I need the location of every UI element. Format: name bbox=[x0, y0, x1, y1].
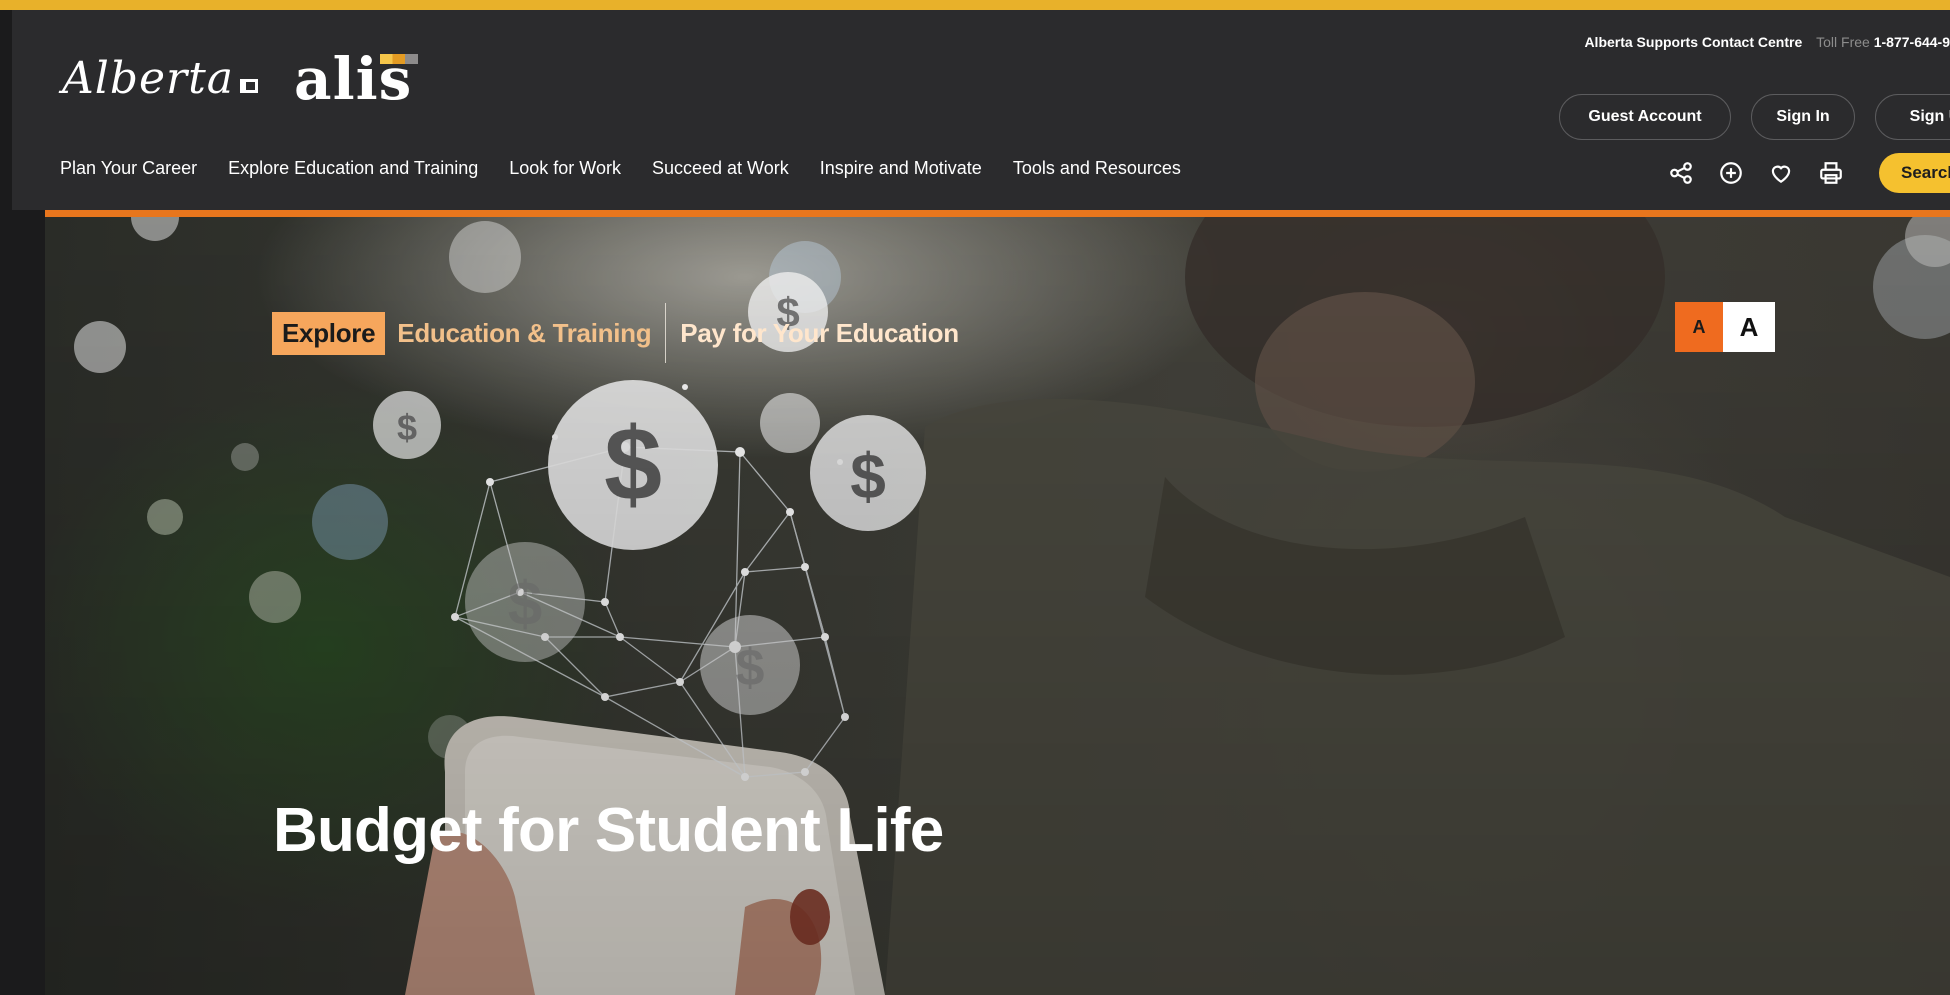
hero-banner: $ $ $ $ $ $ Explore Education & Training… bbox=[45, 217, 1950, 995]
share-icon[interactable] bbox=[1667, 159, 1695, 187]
alberta-flag-icon bbox=[240, 79, 258, 93]
search-button-label: Search bbox=[1901, 163, 1950, 182]
breadcrumb-divider bbox=[665, 303, 667, 363]
print-icon[interactable] bbox=[1817, 159, 1845, 187]
search-button[interactable]: Search bbox=[1879, 153, 1950, 193]
header-tools: Search bbox=[1667, 153, 1950, 193]
nav-item-succeed-at-work[interactable]: Succeed at Work bbox=[652, 158, 789, 179]
breadcrumb-explore[interactable]: Explore bbox=[272, 311, 386, 355]
nav-item-look-for-work[interactable]: Look for Work bbox=[509, 158, 621, 179]
toll-free-number[interactable]: 1-877-644-9 bbox=[1874, 34, 1950, 50]
hero-top-accent-bar bbox=[45, 210, 1950, 217]
breadcrumb: Explore Education & Training Pay for You… bbox=[272, 303, 973, 363]
heart-icon[interactable] bbox=[1767, 159, 1795, 187]
contact-label: Alberta Supports Contact Centre bbox=[1584, 34, 1803, 50]
guest-account-button[interactable]: Guest Account bbox=[1559, 94, 1731, 140]
text-size-small-button[interactable]: A bbox=[1675, 302, 1723, 352]
breadcrumb-item-education-training[interactable]: Education & Training bbox=[385, 318, 665, 349]
contact-centre: Alberta Supports Contact Centre Toll Fre… bbox=[1584, 34, 1950, 50]
breadcrumb-item-pay-for-education[interactable]: Pay for Your Education bbox=[666, 318, 973, 349]
brand-logos: Alberta alis bbox=[62, 50, 418, 108]
text-size-toggle: A A bbox=[1675, 302, 1775, 352]
top-accent-bar bbox=[0, 0, 1950, 10]
add-circle-icon[interactable] bbox=[1717, 159, 1745, 187]
alberta-logo[interactable]: Alberta bbox=[62, 57, 234, 101]
toll-free-label: Toll Free bbox=[1816, 34, 1870, 50]
alis-logo[interactable]: alis bbox=[294, 50, 418, 108]
page-title: Budget for Student Life bbox=[273, 796, 944, 865]
account-buttons: Guest Account Sign In Sign U bbox=[1559, 94, 1950, 140]
alis-page: Alberta alis Alberta Supports Contact Ce… bbox=[0, 0, 1950, 995]
nav-item-explore-education[interactable]: Explore Education and Training bbox=[228, 158, 478, 179]
nav-item-plan-your-career[interactable]: Plan Your Career bbox=[60, 158, 197, 179]
alis-mark-icon bbox=[380, 54, 418, 64]
main-nav: Plan Your Career Explore Education and T… bbox=[60, 158, 1181, 179]
nav-item-inspire-and-motivate[interactable]: Inspire and Motivate bbox=[820, 158, 982, 179]
nav-item-tools-and-resources[interactable]: Tools and Resources bbox=[1013, 158, 1181, 179]
text-size-large-button[interactable]: A bbox=[1723, 302, 1775, 352]
sign-in-button[interactable]: Sign In bbox=[1751, 94, 1855, 140]
sign-up-button[interactable]: Sign U bbox=[1875, 94, 1950, 140]
site-header: Alberta alis Alberta Supports Contact Ce… bbox=[12, 10, 1950, 210]
